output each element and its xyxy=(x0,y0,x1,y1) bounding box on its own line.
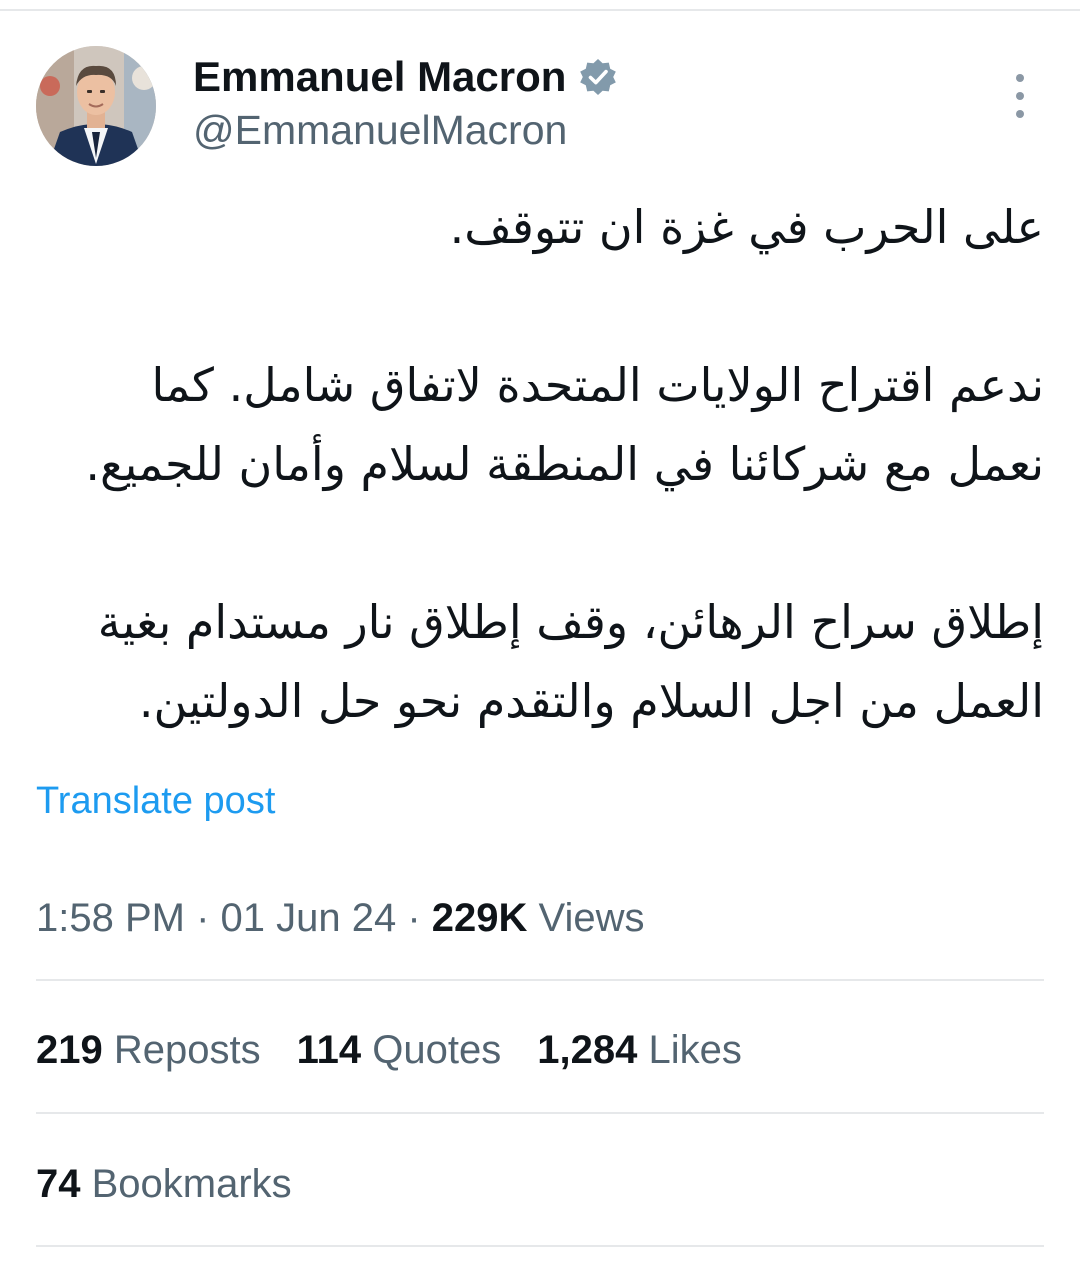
more-dot xyxy=(1016,92,1024,100)
more-dot xyxy=(1016,74,1024,82)
quotes-label: Quotes xyxy=(361,1028,502,1072)
post-meta: 1:58 PM · 01 Jun 24 · 229K Views xyxy=(36,892,644,944)
meta-separator: · xyxy=(396,896,432,940)
post-line: إطلاق سراح الرهائن، وقف إطلاق نار مستدام… xyxy=(97,595,1044,649)
quotes-count: 114 xyxy=(296,1028,362,1072)
divider xyxy=(36,979,1044,981)
more-options-icon[interactable] xyxy=(1004,74,1036,118)
post-date[interactable]: 01 Jun 24 xyxy=(221,896,397,940)
bookmarks-label: Bookmarks xyxy=(80,1162,292,1206)
verified-badge-icon[interactable] xyxy=(578,57,618,97)
bookmarks-stat[interactable]: 74 Bookmarks xyxy=(36,1158,292,1210)
likes-count: 1,284 xyxy=(537,1028,638,1072)
post-line: على الحرب في غزة ان تتوقف. xyxy=(449,200,1044,254)
translate-post-link[interactable]: Translate post xyxy=(36,776,275,826)
post-line: ندعم اقتراح الولايات المتحدة لاتفاق شامل… xyxy=(151,358,1044,412)
post-line: نعمل مع شركائنا في المنطقة لسلام وأمان ل… xyxy=(85,437,1044,491)
engagement-stats: 219 Reposts 114 Quotes 1,284 Likes xyxy=(36,1024,742,1076)
reposts-count: 219 xyxy=(36,1028,103,1072)
avatar-photo xyxy=(36,46,156,166)
quotes-stat[interactable]: 114 Quotes xyxy=(297,1024,502,1076)
views-count: 229K xyxy=(431,896,528,940)
meta-separator: · xyxy=(184,896,221,940)
views-label: Views xyxy=(527,896,645,940)
reposts-stat[interactable]: 219 Reposts xyxy=(36,1024,261,1076)
likes-stat[interactable]: 1,284 Likes xyxy=(537,1024,742,1076)
divider xyxy=(36,1245,1044,1247)
author-handle[interactable]: @EmmanuelMacron xyxy=(193,102,618,158)
more-dot xyxy=(1016,110,1024,118)
post-text: على الحرب في غزة ان تتوقف. ندعم اقتراح ا… xyxy=(36,188,1044,741)
name-row: Emmanuel Macron xyxy=(193,52,618,102)
bookmarks-count: 74 xyxy=(36,1162,81,1206)
post-time[interactable]: 1:58 PM xyxy=(36,896,185,940)
post-line: العمل من اجل السلام والتقدم نحو حل الدول… xyxy=(138,674,1044,728)
author-display-name[interactable]: Emmanuel Macron xyxy=(193,52,566,102)
reposts-label: Reposts xyxy=(102,1028,261,1072)
author-block: Emmanuel Macron @EmmanuelMacron xyxy=(193,52,618,158)
divider xyxy=(36,1112,1044,1114)
avatar[interactable] xyxy=(36,46,156,166)
likes-label: Likes xyxy=(637,1028,742,1072)
top-divider xyxy=(0,9,1080,11)
